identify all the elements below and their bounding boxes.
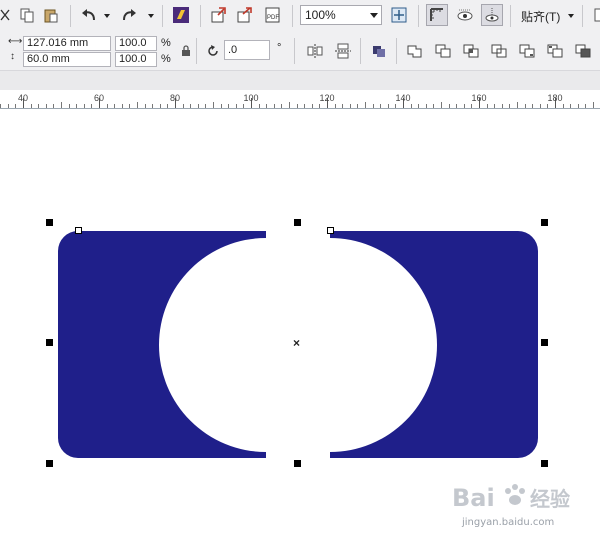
selection-handle-top-right[interactable] (541, 219, 548, 226)
selection-handle-top-left[interactable] (46, 219, 53, 226)
left-cutout-shape[interactable] (58, 231, 266, 458)
selection-handle-middle-left[interactable] (46, 339, 53, 346)
artwork-layer (58, 231, 538, 458)
shape-node[interactable] (75, 227, 82, 234)
shape-node[interactable] (327, 227, 334, 234)
selection-handle-top-center[interactable] (294, 219, 301, 226)
right-cutout-shape[interactable] (330, 231, 538, 458)
svg-text:Bai: Bai (452, 484, 495, 512)
selection-handle-bottom-left[interactable] (46, 460, 53, 467)
selection-center-marker[interactable]: × (293, 336, 300, 350)
selection-handle-bottom-right[interactable] (541, 460, 548, 467)
selection-handle-middle-right[interactable] (541, 339, 548, 346)
selection-handle-bottom-center[interactable] (294, 460, 301, 467)
svg-text:经验: 经验 (530, 487, 570, 511)
watermark-domain: jingyan.baidu.com (462, 517, 555, 528)
